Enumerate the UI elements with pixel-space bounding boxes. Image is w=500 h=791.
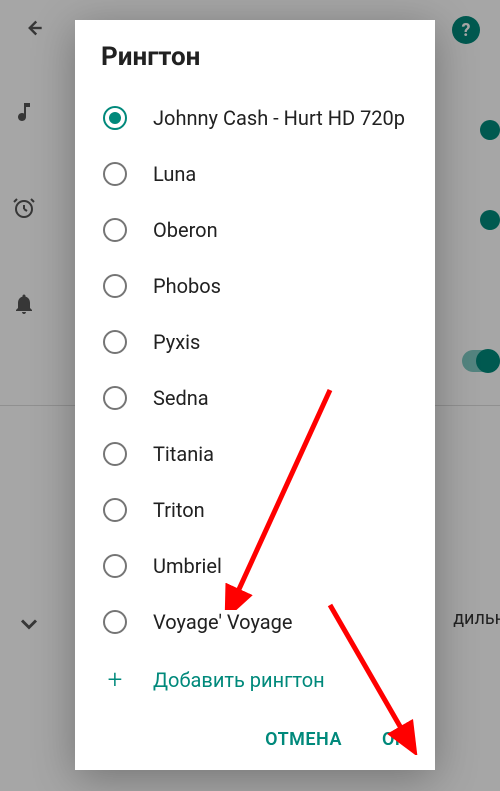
ringtone-option-label: Luna bbox=[153, 161, 196, 187]
ringtone-options-list: Johnny Cash - Hurt HD 720p Luna Oberon Phob… bbox=[75, 90, 435, 713]
radio-icon bbox=[103, 162, 127, 186]
ringtone-option[interactable]: Titania bbox=[85, 426, 425, 482]
radio-icon bbox=[103, 610, 127, 634]
ringtone-option-label: Pyxis bbox=[153, 329, 200, 355]
ringtone-option[interactable]: Umbriel bbox=[85, 538, 425, 594]
ringtone-option[interactable]: Phobos bbox=[85, 258, 425, 314]
dialog-actions: ОТМЕНА ОК bbox=[75, 713, 435, 770]
ringtone-option-label: Phobos bbox=[153, 273, 221, 299]
plus-icon: + bbox=[103, 668, 127, 692]
ringtone-dialog: Рингтон Johnny Cash - Hurt HD 720p Luna Ob… bbox=[75, 20, 435, 770]
ringtone-option[interactable]: Sedna bbox=[85, 370, 425, 426]
ringtone-option-label: Voyage' Voyage bbox=[153, 609, 292, 635]
ringtone-option-label: Titania bbox=[153, 441, 214, 467]
radio-icon bbox=[103, 554, 127, 578]
radio-icon bbox=[103, 442, 127, 466]
dialog-title: Рингтон bbox=[75, 20, 435, 90]
radio-icon bbox=[103, 330, 127, 354]
cancel-button[interactable]: ОТМЕНА bbox=[265, 729, 342, 750]
ringtone-option[interactable]: Triton bbox=[85, 482, 425, 538]
ringtone-option[interactable]: Luna bbox=[85, 146, 425, 202]
radio-icon bbox=[103, 498, 127, 522]
radio-icon bbox=[103, 106, 127, 130]
ok-button[interactable]: ОК bbox=[382, 729, 407, 750]
radio-icon bbox=[103, 386, 127, 410]
ringtone-option-label: Sedna bbox=[153, 385, 209, 411]
add-ringtone-label: Добавить рингтон bbox=[153, 668, 325, 692]
ringtone-option[interactable]: Voyage' Voyage bbox=[85, 594, 425, 650]
ringtone-option-label: Umbriel bbox=[153, 553, 222, 579]
ringtone-option[interactable]: Pyxis bbox=[85, 314, 425, 370]
ringtone-option-label: Johnny Cash - Hurt HD 720p bbox=[153, 105, 405, 131]
ringtone-option-label: Triton bbox=[153, 497, 205, 523]
radio-icon bbox=[103, 274, 127, 298]
ringtone-option-label: Oberon bbox=[153, 217, 218, 243]
ringtone-option[interactable]: Oberon bbox=[85, 202, 425, 258]
radio-icon bbox=[103, 218, 127, 242]
add-ringtone-button[interactable]: + Добавить рингтон bbox=[85, 650, 425, 710]
ringtone-option[interactable]: Johnny Cash - Hurt HD 720p bbox=[85, 90, 425, 146]
